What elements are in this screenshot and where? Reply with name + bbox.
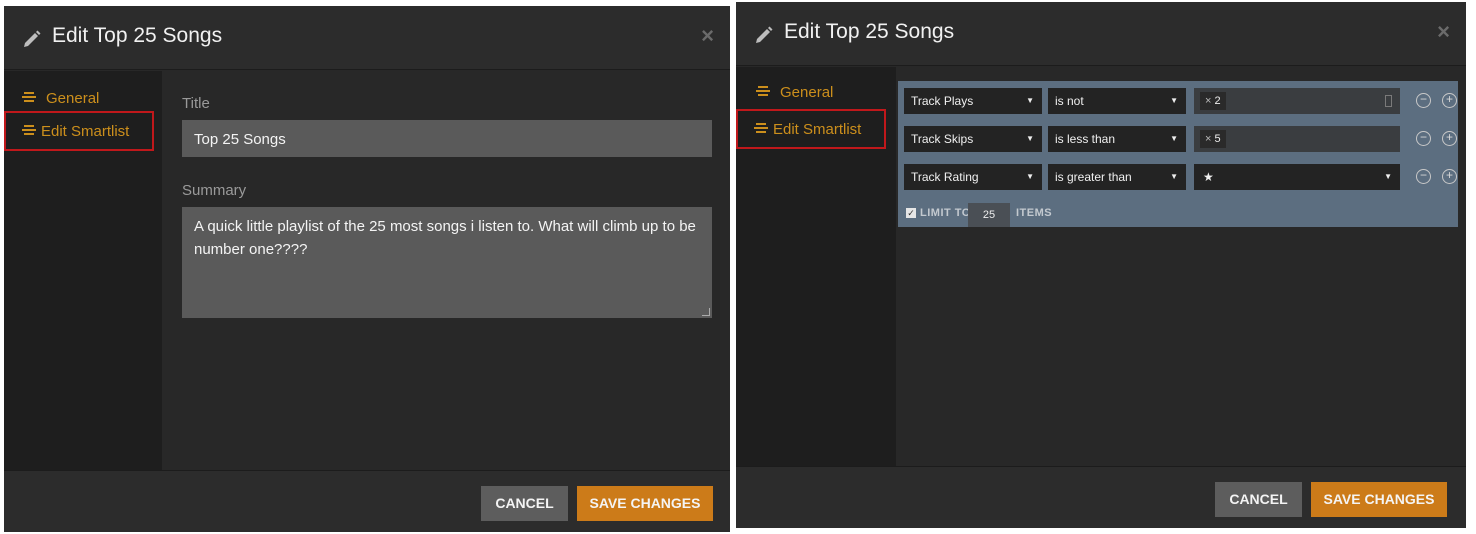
add-rule-button[interactable]: + bbox=[1442, 169, 1457, 184]
dialog-title: Edit Top 25 Songs bbox=[784, 20, 955, 43]
list-icon bbox=[756, 86, 770, 100]
rule-field-select[interactable]: Track Rating ▼ bbox=[904, 164, 1042, 190]
rule-field-value: Track Skips bbox=[911, 132, 974, 146]
limit-label: LIMIT TO bbox=[920, 207, 971, 219]
sidebar-item-label: General bbox=[780, 84, 834, 101]
pencil-icon bbox=[756, 26, 773, 43]
rule-field-value: Track Rating bbox=[911, 170, 979, 184]
rule-field-value: Track Plays bbox=[911, 94, 974, 108]
edit-playlist-dialog-smartlist: Edit Top 25 Songs × General Edit Smartli… bbox=[736, 2, 1466, 528]
sidebar-item-label: Edit Smartlist bbox=[773, 121, 862, 138]
remove-rule-button[interactable]: − bbox=[1416, 93, 1431, 108]
summary-textarea[interactable]: A quick little playlist of the 25 most s… bbox=[182, 207, 712, 318]
title-label: Title bbox=[182, 95, 210, 112]
general-form: Title Top 25 Songs Summary A quick littl… bbox=[162, 71, 730, 470]
cancel-button[interactable]: CANCEL bbox=[1215, 482, 1302, 517]
chip-remove-icon[interactable]: × bbox=[1205, 133, 1211, 145]
sidebar-item-edit-smartlist[interactable]: Edit Smartlist bbox=[736, 109, 886, 149]
sidebar: General Edit Smartlist bbox=[736, 67, 896, 466]
value-chip: × 5 bbox=[1200, 130, 1226, 148]
rule-operator-select[interactable]: is not ▼ bbox=[1048, 88, 1186, 114]
pencil-icon bbox=[24, 30, 41, 47]
value-chip: × 2 bbox=[1200, 92, 1226, 110]
add-rule-button[interactable]: + bbox=[1442, 93, 1457, 108]
cancel-button[interactable]: CANCEL bbox=[481, 486, 568, 521]
edit-playlist-dialog-general: Edit Top 25 Songs × General Edit Smartli… bbox=[4, 6, 730, 532]
rule-operator-select[interactable]: is greater than ▼ bbox=[1048, 164, 1186, 190]
sidebar-item-label: General bbox=[46, 90, 100, 107]
remove-rule-button[interactable]: − bbox=[1416, 169, 1431, 184]
star-icon: ★ bbox=[1203, 170, 1214, 184]
rule-row: Track Plays ▼ is not ▼ × 2 − + bbox=[904, 88, 1460, 114]
summary-label: Summary bbox=[182, 182, 247, 199]
chip-label: 5 bbox=[1214, 133, 1221, 145]
list-icon bbox=[754, 123, 768, 137]
add-rule-button[interactable]: + bbox=[1442, 131, 1457, 146]
limit-input[interactable]: 25 bbox=[968, 203, 1010, 227]
resize-grip-icon[interactable] bbox=[702, 308, 710, 316]
rule-operator-select[interactable]: is less than ▼ bbox=[1048, 126, 1186, 152]
rule-operator-value: is less than bbox=[1055, 132, 1116, 146]
caret-down-icon: ▼ bbox=[1170, 134, 1178, 143]
rules-panel: Track Plays ▼ is not ▼ × 2 − + Track Ski… bbox=[898, 81, 1458, 227]
caret-down-icon: ▼ bbox=[1170, 172, 1178, 181]
close-icon[interactable]: × bbox=[1437, 20, 1450, 44]
sidebar: General Edit Smartlist bbox=[4, 71, 162, 470]
input-handle-icon bbox=[1385, 95, 1392, 107]
list-icon bbox=[22, 92, 36, 106]
rule-row: Track Skips ▼ is less than ▼ × 5 − + bbox=[904, 126, 1460, 152]
remove-rule-button[interactable]: − bbox=[1416, 131, 1431, 146]
caret-down-icon: ▼ bbox=[1026, 134, 1034, 143]
list-icon bbox=[22, 125, 36, 139]
save-changes-button[interactable]: SAVE CHANGES bbox=[577, 486, 713, 521]
rule-rating-select[interactable]: ★ ▼ bbox=[1194, 164, 1400, 190]
rule-value-input[interactable]: × 5 bbox=[1194, 126, 1400, 152]
rule-field-select[interactable]: Track Plays ▼ bbox=[904, 88, 1042, 114]
chip-label: 2 bbox=[1214, 95, 1221, 107]
summary-text: A quick little playlist of the 25 most s… bbox=[194, 218, 696, 258]
rule-row: Track Rating ▼ is greater than ▼ ★ ▼ − + bbox=[904, 164, 1460, 190]
rule-operator-value: is not bbox=[1055, 94, 1084, 108]
dialog-footer: CANCEL SAVE CHANGES bbox=[736, 466, 1466, 528]
rule-value-input[interactable]: × 2 bbox=[1194, 88, 1400, 114]
chip-remove-icon[interactable]: × bbox=[1205, 95, 1211, 107]
sidebar-item-general[interactable]: General bbox=[736, 73, 886, 113]
caret-down-icon: ▼ bbox=[1170, 96, 1178, 105]
close-icon[interactable]: × bbox=[701, 24, 714, 48]
smartlist-editor: Track Plays ▼ is not ▼ × 2 − + Track Ski… bbox=[896, 67, 1466, 466]
title-input[interactable]: Top 25 Songs bbox=[182, 120, 712, 157]
caret-down-icon: ▼ bbox=[1026, 96, 1034, 105]
dialog-header: Edit Top 25 Songs × bbox=[736, 2, 1466, 66]
dialog-header: Edit Top 25 Songs × bbox=[4, 6, 730, 70]
dialog-footer: CANCEL SAVE CHANGES bbox=[4, 470, 730, 532]
rule-operator-value: is greater than bbox=[1055, 170, 1132, 184]
sidebar-item-label: Edit Smartlist bbox=[41, 123, 130, 140]
caret-down-icon: ▼ bbox=[1384, 172, 1392, 181]
save-changes-button[interactable]: SAVE CHANGES bbox=[1311, 482, 1447, 517]
limit-suffix: ITEMS bbox=[1016, 207, 1053, 219]
caret-down-icon: ▼ bbox=[1026, 172, 1034, 181]
dialog-title: Edit Top 25 Songs bbox=[52, 24, 223, 47]
limit-checkbox[interactable]: ✓ bbox=[906, 208, 916, 218]
rule-field-select[interactable]: Track Skips ▼ bbox=[904, 126, 1042, 152]
sidebar-item-edit-smartlist[interactable]: Edit Smartlist bbox=[4, 111, 154, 151]
